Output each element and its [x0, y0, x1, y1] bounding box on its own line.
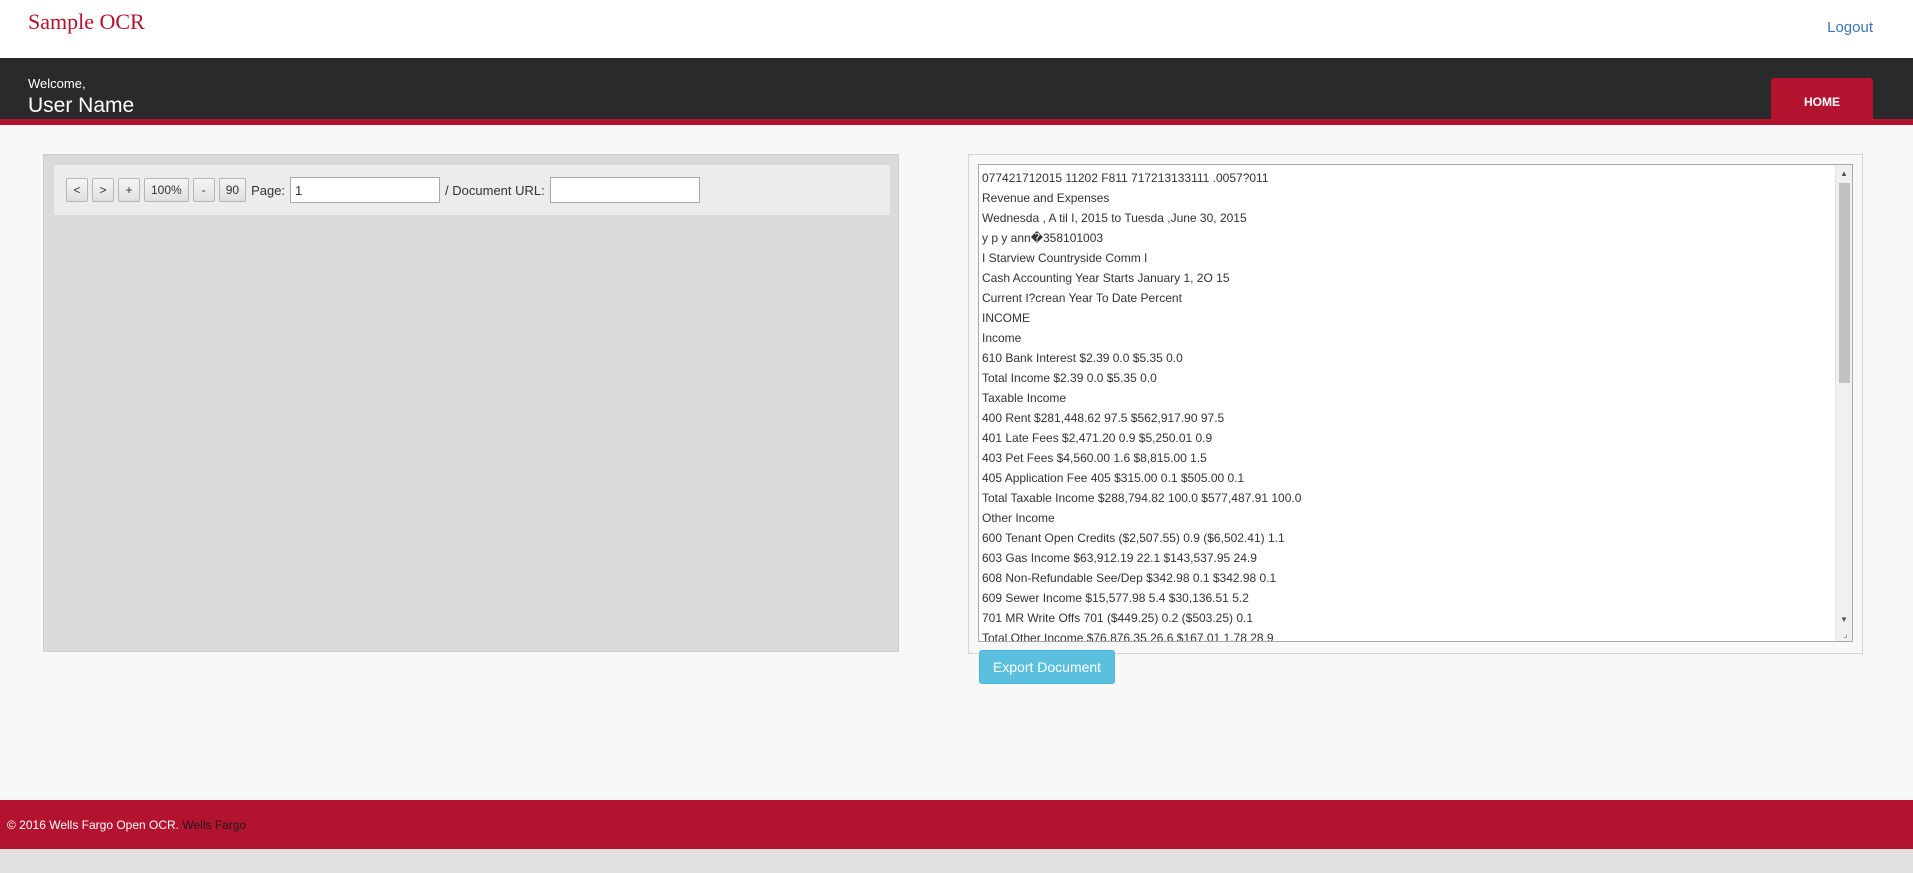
ocr-line: Other Income: [982, 511, 1055, 525]
scroll-thumb[interactable]: [1839, 183, 1850, 383]
ocr-line: Total Taxable Income $288,794.82 100.0 $…: [982, 491, 1302, 505]
logout-link[interactable]: Logout: [1827, 19, 1873, 36]
top-header: Sample OCR Logout: [0, 0, 1913, 58]
document-url-input[interactable]: [549, 177, 700, 203]
ocr-line: Current I?crean Year To Date Percent: [982, 291, 1182, 305]
ocr-line: 077421712015 11202 F811 717213133111 .00…: [982, 171, 1269, 185]
previous-page-button[interactable]: <: [66, 178, 88, 202]
ocr-line: 400 Rent $281,448.62 97.5 $562,917.90 97…: [982, 411, 1225, 425]
document-viewer: < > + 100% - 90 Page: / Document URL:: [43, 154, 899, 652]
zoom-out-button[interactable]: -: [192, 178, 215, 202]
ocr-line: y p y ann�358101003: [982, 231, 1104, 245]
footer: © 2016 Wells Fargo Open OCR. Wells Fargo: [0, 800, 1913, 849]
welcome-band: Welcome, User Name HOME: [0, 58, 1913, 125]
page-label: Page:: [251, 182, 286, 198]
ocr-line: 603 Gas Income $63,912.19 22.1 $143,537.…: [982, 551, 1257, 565]
ocr-line: Taxable Income: [982, 391, 1067, 405]
scroll-up-arrow-icon[interactable]: ▲: [1836, 165, 1852, 181]
ocr-line: 600 Tenant Open Credits ($2,507.55) 0.9 …: [982, 531, 1285, 545]
ocr-line: Cash Accounting Year Starts January 1, 2…: [982, 271, 1230, 285]
resize-grip-icon[interactable]: ⌟: [1840, 629, 1851, 640]
document-url-label: / Document URL:: [445, 182, 545, 198]
welcome-label: Welcome,: [28, 76, 86, 91]
ocr-text-panel: 077421712015 11202 F811 717213133111 .00…: [968, 154, 1863, 654]
ocr-line: Revenue and Expenses: [982, 191, 1110, 205]
ocr-line: 609 Sewer Income $15,577.98 5.4 $30,136.…: [982, 591, 1249, 605]
ocr-textarea[interactable]: 077421712015 11202 F811 717213133111 .00…: [978, 164, 1853, 642]
footer-strip: [0, 849, 1913, 873]
export-document-button[interactable]: Export Document: [979, 650, 1115, 684]
viewer-toolbar: < > + 100% - 90 Page: / Document URL:: [54, 165, 890, 215]
page-number-input[interactable]: [290, 177, 441, 203]
scroll-down-arrow-icon[interactable]: ▼: [1836, 611, 1852, 627]
rotate-button[interactable]: 90: [218, 178, 247, 202]
zoom-level-button[interactable]: 100%: [144, 178, 189, 202]
ocr-line: Wednesda , A til I, 2015 to Tuesda ,June…: [982, 211, 1247, 225]
brand-logo[interactable]: Sample OCR: [28, 9, 145, 35]
vertical-scrollbar[interactable]: ▲ ▼: [1835, 165, 1852, 641]
ocr-line: 401 Late Fees $2,471.20 0.9 $5,250.01 0.…: [982, 431, 1213, 445]
footer-copyright: © 2016 Wells Fargo Open OCR. Wells Fargo: [7, 818, 246, 832]
ocr-line: Income: [982, 331, 1022, 345]
next-page-button[interactable]: >: [92, 178, 114, 202]
ocr-line: 701 MR Write Offs 701 ($449.25) 0.2 ($50…: [982, 611, 1254, 625]
footer-link[interactable]: Wells Fargo: [182, 818, 246, 832]
ocr-line: 405 Application Fee 405 $315.00 0.1 $505…: [982, 471, 1245, 485]
ocr-line: INCOME: [982, 311, 1030, 325]
ocr-line: Total Income $2.39 0.0 $5.35 0.0: [982, 371, 1157, 385]
ocr-line: 403 Pet Fees $4,560.00 1.6 $8,815.00 1.5: [982, 451, 1207, 465]
home-button[interactable]: HOME: [1771, 78, 1873, 125]
user-name: User Name: [28, 94, 135, 117]
zoom-in-button[interactable]: +: [118, 178, 140, 202]
ocr-line: 610 Bank Interest $2.39 0.0 $5.35 0.0: [982, 351, 1183, 365]
ocr-line: I Starview Countryside Comm I: [982, 251, 1148, 265]
copyright-text: © 2016 Wells Fargo Open OCR.: [7, 818, 180, 832]
ocr-line: 608 Non-Refundable See/Dep $342.98 0.1 $…: [982, 571, 1277, 585]
ocr-text-lines: 077421712015 11202 F811 717213133111 .00…: [982, 168, 1834, 642]
ocr-line: Total Other Income $76,876.35 26.6 $167,…: [982, 631, 1274, 642]
